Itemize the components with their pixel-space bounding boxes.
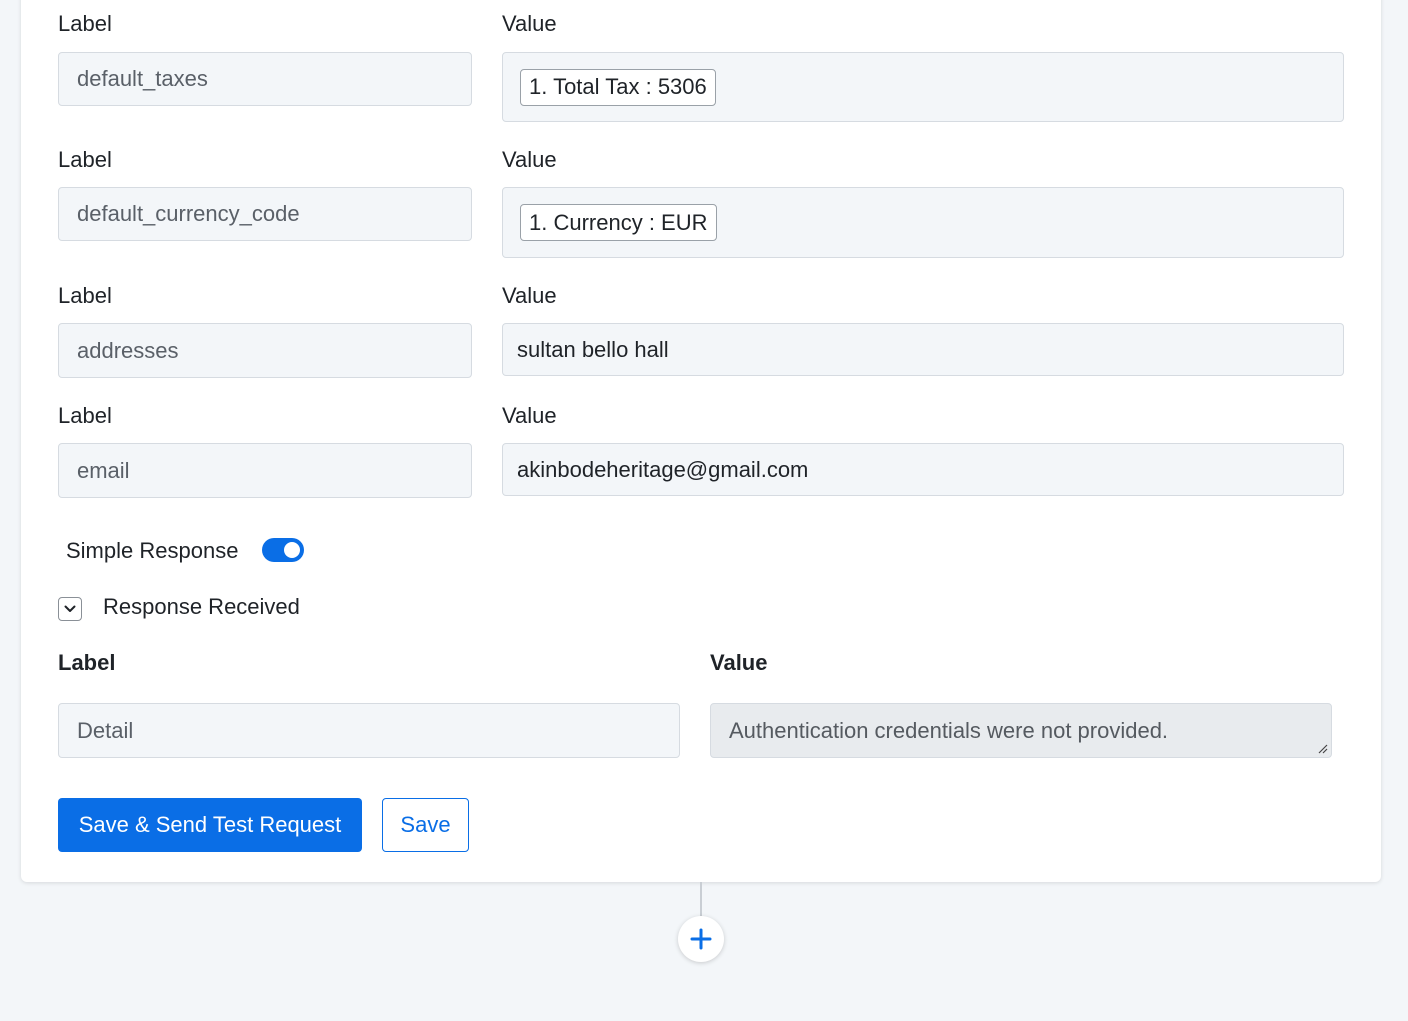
value-input-default-taxes[interactable]: 1. Total Tax : 5306 — [502, 52, 1344, 122]
label-heading: Label — [58, 403, 112, 428]
response-label-input[interactable]: Detail — [58, 703, 680, 758]
label-input-text: email — [77, 457, 130, 483]
value-input-text: sultan bello hall — [517, 336, 669, 362]
simple-response-toggle[interactable] — [262, 538, 304, 562]
response-label-heading: Label — [58, 650, 116, 675]
toggle-knob — [284, 542, 300, 558]
label-input-default-currency-code[interactable]: default_currency_code — [58, 187, 472, 241]
simple-response-label: Simple Response — [66, 538, 239, 563]
label-input-default-taxes[interactable]: default_taxes — [58, 52, 472, 106]
label-input-addresses[interactable]: addresses — [58, 323, 472, 378]
label-heading: Label — [58, 147, 112, 172]
value-heading: Value — [502, 283, 557, 308]
flow-connector-line — [700, 882, 702, 918]
label-heading: Label — [58, 283, 112, 308]
label-input-text: default_currency_code — [77, 201, 300, 226]
resize-handle-icon[interactable] — [1316, 742, 1328, 754]
label-input-email[interactable]: email — [58, 443, 472, 498]
save-button[interactable]: Save — [382, 798, 469, 852]
response-value-heading: Value — [710, 650, 768, 675]
label-input-text: addresses — [77, 337, 179, 363]
add-step-button[interactable] — [678, 916, 724, 962]
response-received-title: Response Received — [103, 594, 300, 619]
value-input-addresses[interactable]: sultan bello hall — [502, 323, 1344, 376]
response-collapse-button[interactable] — [58, 597, 82, 621]
value-chip[interactable]: 1. Currency : EUR — [520, 204, 717, 241]
value-input-text: akinbodeheritage@gmail.com — [517, 456, 809, 482]
response-value-text: Authentication credentials were not prov… — [729, 717, 1169, 743]
plus-icon — [690, 928, 712, 950]
value-input-default-currency-code[interactable]: 1. Currency : EUR — [502, 187, 1344, 258]
value-heading: Value — [502, 147, 557, 172]
value-chip[interactable]: 1. Total Tax : 5306 — [520, 68, 716, 106]
value-input-email[interactable]: akinbodeheritage@gmail.com — [502, 443, 1344, 496]
save-send-test-request-button[interactable]: Save & Send Test Request — [58, 798, 362, 852]
label-heading: Label — [58, 11, 112, 36]
response-value-textarea[interactable]: Authentication credentials were not prov… — [710, 703, 1332, 758]
value-heading: Value — [502, 11, 557, 36]
value-heading: Value — [502, 403, 557, 428]
label-input-text: default_taxes — [77, 66, 208, 91]
response-label-text: Detail — [77, 717, 134, 743]
chevron-down-icon — [64, 605, 76, 612]
